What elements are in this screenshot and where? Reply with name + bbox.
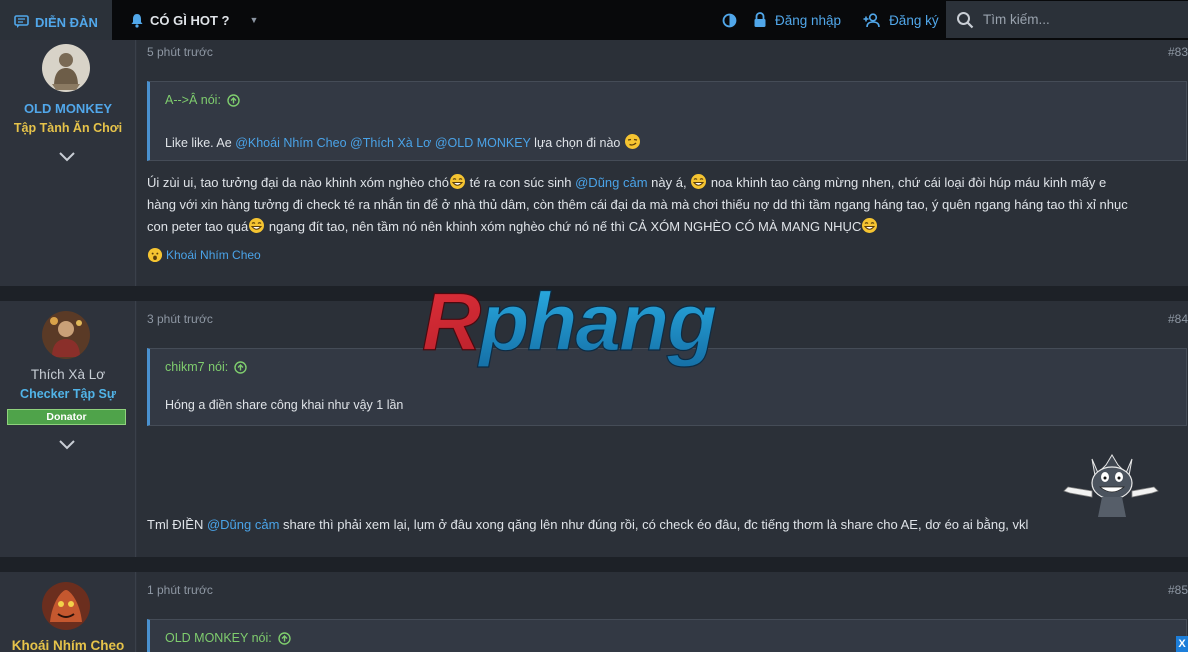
avatar[interactable] [42, 311, 90, 359]
tom-cat-sticker-icon [1063, 454, 1159, 517]
grin-emoji-icon [862, 218, 878, 233]
post-85: Khoái Nhím Cheo 1 phút trước #85 OLD MON… [0, 572, 1188, 652]
post-time[interactable]: 3 phút trước [147, 312, 213, 326]
quote-block: A-->Â nói: Like like. Ae @Khoái Nhím Che… [147, 81, 1187, 161]
arrow-up-circle-icon[interactable] [227, 93, 240, 107]
quote-author: OLD MONKEY nói: [165, 631, 272, 645]
forum-icon [14, 15, 29, 28]
avatar[interactable] [42, 44, 90, 92]
lock-icon [754, 12, 766, 27]
post-user-panel: Thích Xà Lơ Checker Tập Sự Donator [0, 301, 136, 557]
body-text-part: này á, [647, 175, 691, 190]
search-icon [957, 11, 974, 28]
nav-hot-label: CÓ GÌ HOT ? [150, 12, 230, 28]
quote-block: OLD MONKEY nói: [147, 619, 1187, 652]
reaction-user-link[interactable]: Khoái Nhím Cheo [166, 248, 261, 262]
quote-text: Hóng a điền share công khai như vậy 1 lầ… [165, 398, 404, 412]
donator-badge: Donator [7, 409, 126, 425]
post-separator [0, 557, 1188, 572]
quote-author: A-->Â nói: [165, 93, 221, 107]
body-text-part: té ra con súc sinh [465, 175, 576, 190]
user-title: Tập Tành Ăn Chơi [13, 121, 123, 135]
body-text-part: ngang đít tao, nên tầm nó nên khinh xóm … [265, 219, 862, 234]
search-box[interactable] [946, 1, 1188, 38]
watermark-logo: Rphang [421, 280, 718, 369]
grin-emoji-icon [449, 174, 465, 189]
username[interactable]: Thích Xà Lơ [0, 367, 136, 382]
quote-header[interactable]: A-->Â nói: [165, 93, 240, 107]
nav-user-actions: Đăng nhập Đăng ký [722, 0, 953, 40]
quote-author: chikm7 nói: [165, 360, 229, 374]
post-user-panel: OLD MONKEY Tập Tành Ăn Chơi [0, 40, 136, 286]
body-line: hàng với xin hàng tưởng đi check té ra n… [147, 197, 1128, 212]
user-add-icon [863, 12, 880, 27]
post-number[interactable]: #84 [1168, 312, 1188, 326]
body-text-part: con peter tao quá [147, 219, 249, 234]
register-link[interactable]: Đăng ký [889, 13, 939, 28]
svg-text:Rphang: Rphang [422, 280, 716, 368]
search-input[interactable] [983, 12, 1183, 27]
mention-link[interactable]: @Dũng cảm [207, 517, 279, 532]
watermark-rest: phang [477, 280, 716, 368]
quote-header[interactable]: OLD MONKEY nói: [165, 631, 291, 645]
mention-link[interactable]: @OLD MONKEY [435, 136, 531, 150]
user-title: Checker Tập Sự [20, 387, 116, 401]
nav-forum-tab[interactable]: DIỄN ĐÀN [0, 0, 112, 44]
grin-emoji-icon [691, 174, 707, 189]
nav-forum-label: DIỄN ĐÀN [35, 14, 98, 30]
login-link[interactable]: Đăng nhập [775, 13, 841, 28]
quote-text-part: Like like. Ae [165, 136, 236, 150]
post-content: 5 phút trước #83 A-->Â nói: Like like. A… [137, 40, 1188, 286]
post-time[interactable]: 5 phút trước [147, 45, 213, 59]
body-text-part: Úi zùi ui, tao tưởng đại da nào khinh xó… [147, 175, 449, 190]
username[interactable]: Khoái Nhím Cheo [0, 638, 136, 652]
reaction-bar[interactable]: Khoái Nhím Cheo [147, 247, 261, 263]
watermark-first-letter: R [422, 280, 481, 368]
body-text-part: Tml ĐIỀN [147, 517, 207, 532]
top-navbar: DIỄN ĐÀN CÓ GÌ HOT ? ▼ Đăng nhập Đăng ký [0, 0, 1188, 44]
mention-link[interactable]: @Thích Xà Lơ [350, 136, 431, 150]
quote-text: Like like. Ae @Khoái Nhím Cheo @Thích Xà… [165, 133, 641, 150]
mention-link[interactable]: @Khoái Nhím Cheo [235, 136, 346, 150]
arrow-up-circle-icon[interactable] [278, 631, 291, 645]
smirk-emoji-icon [624, 134, 640, 149]
theme-toggle-icon[interactable] [722, 13, 737, 28]
username[interactable]: OLD MONKEY [0, 101, 136, 116]
body-line: con peter tao quá ngang đít tao, nên tầm… [147, 216, 1187, 238]
post-body: Úi zùi ui, tao tưởng đại da nào khinh xó… [147, 172, 1187, 238]
body-text-part: noa khinh tao càng mừng nhen, chứ cái lo… [707, 175, 1107, 190]
post-number[interactable]: #83 [1168, 45, 1188, 59]
wow-emoji-icon [147, 247, 163, 263]
bell-icon [131, 13, 143, 28]
caret-down-icon[interactable]: ▼ [249, 15, 258, 25]
post-content: 1 phút trước #85 OLD MONKEY nói: [137, 572, 1188, 652]
quote-header[interactable]: chikm7 nói: [165, 360, 247, 374]
mention-link[interactable]: @Dũng cảm [575, 175, 647, 190]
close-ad-button[interactable]: X [1176, 636, 1188, 652]
arrow-up-circle-icon[interactable] [234, 360, 247, 374]
post-83: OLD MONKEY Tập Tành Ăn Chơi 5 phút trước… [0, 40, 1188, 286]
post-time[interactable]: 1 phút trước [147, 583, 213, 597]
body-line: Úi zùi ui, tao tưởng đại da nào khinh xó… [147, 172, 1187, 194]
nav-hot-tab[interactable]: CÓ GÌ HOT ? ▼ [130, 0, 258, 40]
grin-emoji-icon [249, 218, 265, 233]
chevron-down-icon[interactable] [58, 438, 76, 452]
quote-text-part: lựa chọn đi nào [530, 136, 621, 150]
body-text-part: share thì phải xem lại, lụm ở đâu xong q… [279, 517, 1029, 532]
post-number[interactable]: #85 [1168, 583, 1188, 597]
post-user-panel: Khoái Nhím Cheo [0, 572, 136, 652]
avatar[interactable] [42, 582, 90, 630]
chevron-down-icon[interactable] [58, 150, 76, 164]
post-body: Tml ĐIỀN @Dũng cảm share thì phải xem lạ… [147, 514, 1187, 536]
